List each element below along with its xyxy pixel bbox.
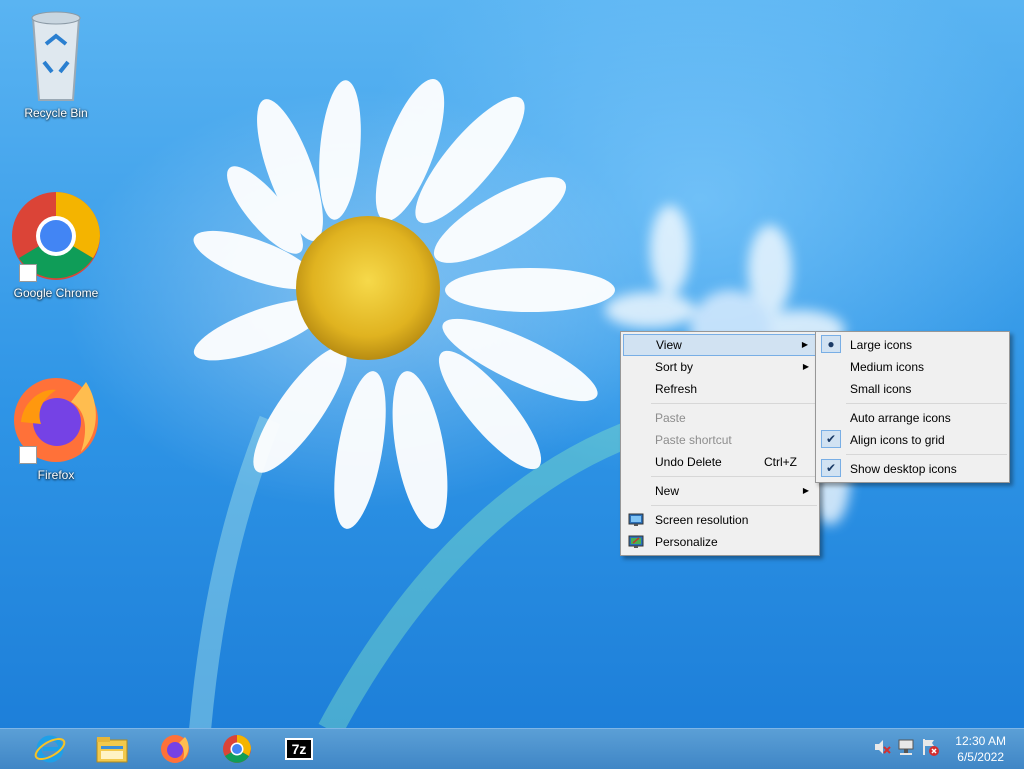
menu-separator [846,403,1007,404]
menu-item-screen-resolution[interactable]: Screen resolution [623,509,817,531]
menu-item-label: Paste shortcut [655,433,732,447]
shortcut-arrow-icon [19,264,37,282]
file-explorer-icon [96,737,128,763]
desktop-icon-label: Firefox [37,468,75,482]
internet-explorer-icon [34,735,66,763]
7zip-icon-text: 7z [291,741,307,757]
checkmark-icon: ✔ [821,459,841,477]
chrome-icon [223,735,251,763]
menu-item-view[interactable]: View ▶ [623,334,817,356]
system-clock[interactable]: 12:30 AM 6/5/2022 [955,733,1006,765]
menu-item-shortcut: Ctrl+Z [764,455,797,469]
menu-item-paste-shortcut: Paste shortcut [623,429,817,451]
menu-item-label: Refresh [655,382,698,396]
menu-item-personalize[interactable]: Personalize [623,531,817,553]
submenu-arrow-icon: ▶ [802,362,809,371]
taskbar-button-firefox[interactable] [147,732,203,766]
desktop-icon-label: Google Chrome [13,286,99,300]
menu-item-label: Sort by [655,360,694,374]
action-center-icon[interactable] [920,737,940,757]
volume-muted-icon[interactable] [872,737,892,757]
menu-item-label: New [655,484,680,498]
menu-item-label: Screen resolution [655,513,749,527]
desktop-icon-recycle-bin[interactable]: Recycle Bin [11,4,101,120]
menu-item-show-desktop-icons[interactable]: ✔ Show desktop icons [818,458,1007,480]
radio-bullet-icon: ● [821,335,841,353]
taskbar-button-file-explorer[interactable] [84,732,140,766]
submenu-arrow-icon: ▶ [801,340,808,349]
taskbar: 7z 12:30 AM 6/5/2022 [0,728,1024,769]
menu-item-medium-icons[interactable]: Medium icons [818,356,1007,378]
menu-item-small-icons[interactable]: Small icons [818,378,1007,400]
menu-item-label: Medium icons [850,360,925,374]
menu-item-label: Personalize [655,535,718,549]
menu-item-label: View [656,338,682,352]
menu-item-undo-delete[interactable]: Undo Delete Ctrl+Z [623,451,817,473]
checkmark-icon: ✔ [821,430,841,448]
firefox-icon [161,735,189,763]
menu-item-refresh[interactable]: Refresh [623,378,817,400]
submenu-arrow-icon: ▶ [802,486,809,495]
taskbar-button-7zip[interactable]: 7z [271,732,327,766]
menu-separator [651,403,817,404]
menu-separator [651,505,817,506]
clock-date: 6/5/2022 [957,750,1004,764]
menu-item-label: Show desktop icons [850,462,957,476]
view-submenu: ● Large icons Medium icons Small icons A… [815,331,1010,483]
menu-separator [846,454,1007,455]
shortcut-arrow-icon [19,446,37,464]
desktop-icon-chrome[interactable]: Google Chrome [11,190,101,300]
recycle-bin-icon [31,11,81,101]
menu-item-large-icons[interactable]: ● Large icons [818,334,1007,356]
taskbar-button-chrome[interactable] [209,732,265,766]
menu-separator [651,476,817,477]
desktop-icon-firefox[interactable]: Firefox [11,372,101,482]
taskbar-button-internet-explorer[interactable] [22,732,78,766]
menu-item-label: Paste [655,411,686,425]
screen-resolution-icon [628,513,644,526]
7zip-icon: 7z [285,738,313,760]
clock-time: 12:30 AM [955,734,1006,748]
menu-item-sort-by[interactable]: Sort by ▶ [623,356,817,378]
menu-item-label: Undo Delete [655,455,722,469]
desktop-context-menu: View ▶ Sort by ▶ Refresh Paste Paste sho… [620,331,820,556]
desktop-icon-label: Recycle Bin [24,106,88,120]
personalize-icon [628,535,644,548]
menu-item-new[interactable]: New ▶ [623,480,817,502]
menu-item-label: Small icons [850,382,912,396]
menu-item-label: Align icons to grid [850,433,945,447]
menu-item-label: Large icons [850,338,913,352]
menu-item-paste: Paste [623,407,817,429]
menu-item-label: Auto arrange icons [850,411,951,425]
network-icon[interactable] [896,737,916,757]
menu-item-align-icons-to-grid[interactable]: ✔ Align icons to grid [818,429,1007,451]
menu-item-auto-arrange-icons[interactable]: Auto arrange icons [818,407,1007,429]
